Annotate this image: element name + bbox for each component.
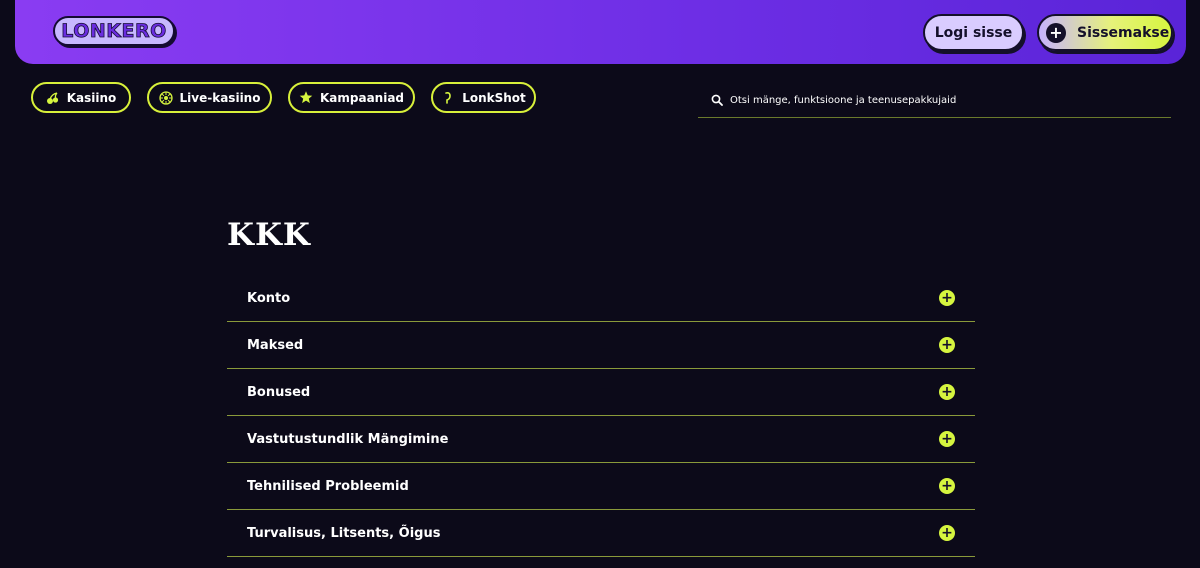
nav-item-label: Live-kasiino <box>179 90 261 105</box>
deposit-button[interactable]: + Sissemakse <box>1037 14 1173 51</box>
lonkshot-icon <box>441 91 455 105</box>
search-input[interactable] <box>730 95 1150 106</box>
faq-item-tehnilised-probleemid[interactable]: Tehnilised Probleemid + <box>227 463 975 510</box>
nav-item-lonkshot[interactable]: LonkShot <box>431 82 536 113</box>
faq-list: Konto + Maksed + Bonused + Vastutustundl… <box>227 275 975 557</box>
nav-item-live-kasiino[interactable]: Live-kasiino <box>147 82 272 113</box>
nav-item-kasiino[interactable]: Kasiino <box>31 82 131 113</box>
site-logo[interactable]: LONKERO <box>53 16 175 46</box>
nav-item-label: Kampaaniad <box>319 90 405 105</box>
search-icon <box>711 94 725 108</box>
expand-plus-icon[interactable]: + <box>939 525 955 541</box>
faq-item-label: Konto <box>247 290 291 306</box>
site-header: LONKERO Logi sisse + Sissemakse <box>15 0 1186 64</box>
faq-item-label: Turvalisus, Litsents, Õigus <box>247 525 441 541</box>
deposit-button-label: Sissemakse <box>1077 24 1170 41</box>
faq-item-bonused[interactable]: Bonused + <box>227 369 975 416</box>
expand-plus-icon[interactable]: + <box>939 384 955 400</box>
star-icon <box>299 91 313 105</box>
faq-item-label: Bonused <box>247 384 311 400</box>
faq-item-label: Maksed <box>247 337 304 353</box>
faq-item-maksed[interactable]: Maksed + <box>227 322 975 369</box>
page-title: KKK <box>227 217 311 253</box>
faq-item-turvalisus-litsents-oigus[interactable]: Turvalisus, Litsents, Õigus + <box>227 510 975 557</box>
plus-icon: + <box>1046 22 1066 43</box>
nav-item-label: Kasiino <box>66 90 117 105</box>
logo-text: LONKERO <box>61 20 167 43</box>
nav-item-kampaaniad[interactable]: Kampaaniad <box>288 82 415 113</box>
expand-plus-icon[interactable]: + <box>939 290 955 306</box>
faq-item-label: Vastutustundlik Mängimine <box>247 431 449 447</box>
expand-plus-icon[interactable]: + <box>939 337 955 353</box>
faq-item-vastutustundlik-mangimine[interactable]: Vastutustundlik Mängimine + <box>227 416 975 463</box>
faq-item-konto[interactable]: Konto + <box>227 275 975 322</box>
expand-plus-icon[interactable]: + <box>939 478 955 494</box>
roulette-icon <box>158 90 173 105</box>
cherry-icon <box>46 91 60 105</box>
login-button[interactable]: Logi sisse <box>923 14 1024 51</box>
faq-item-label: Tehnilised Probleemid <box>247 478 409 494</box>
expand-plus-icon[interactable]: + <box>939 431 955 447</box>
login-button-label: Logi sisse <box>934 24 1013 41</box>
search-bar <box>698 84 1171 118</box>
nav-item-label: LonkShot <box>462 90 526 105</box>
